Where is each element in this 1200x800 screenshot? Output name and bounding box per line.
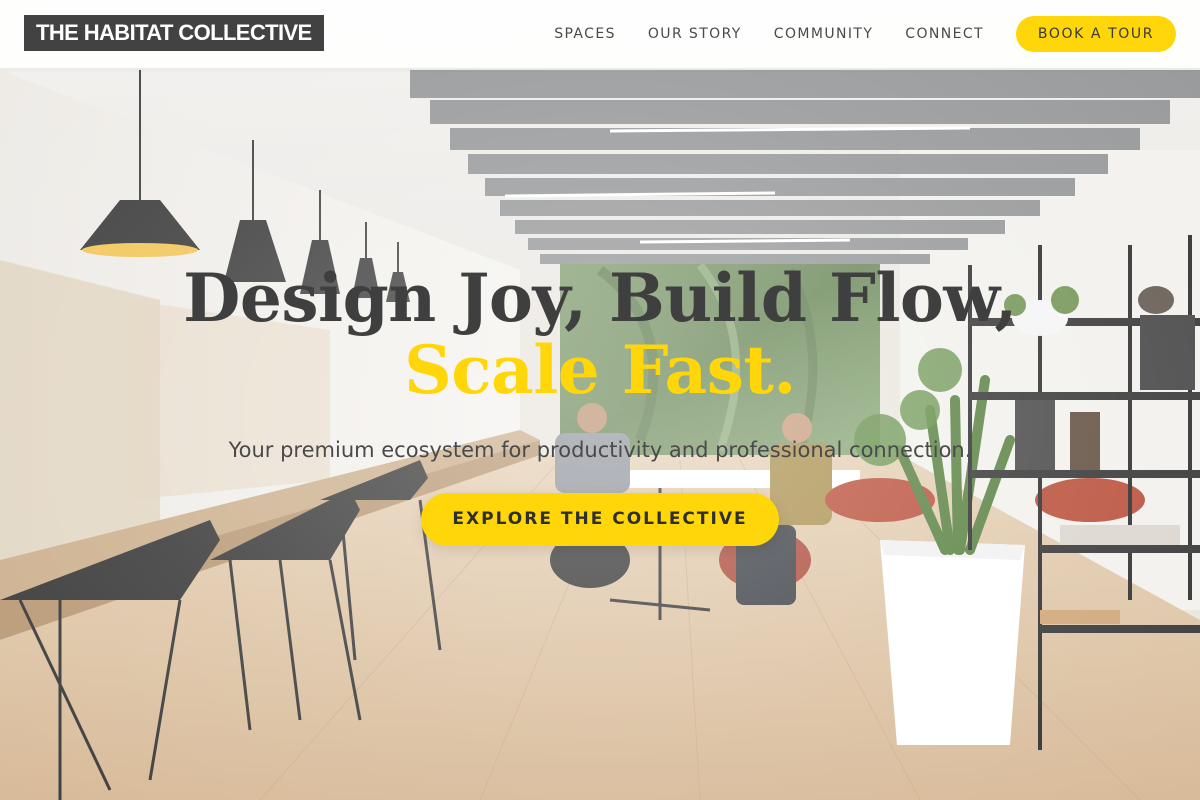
hero-headline-line2: Scale Fast.: [404, 331, 796, 409]
hero-headline-line1: Design Joy, Build Flow,: [183, 259, 1017, 337]
hero-subtitle: Your premium ecosystem for productivity …: [228, 438, 972, 462]
explore-collective-button[interactable]: EXPLORE THE COLLECTIVE: [421, 493, 779, 546]
hero-section: Design Joy, Build Flow, Scale Fast. Your…: [0, 0, 1200, 800]
hero-headline: Design Joy, Build Flow, Scale Fast.: [0, 262, 1200, 406]
landing-page: THE HABITAT COLLECTIVE SPACES OUR STORY …: [0, 0, 1200, 800]
